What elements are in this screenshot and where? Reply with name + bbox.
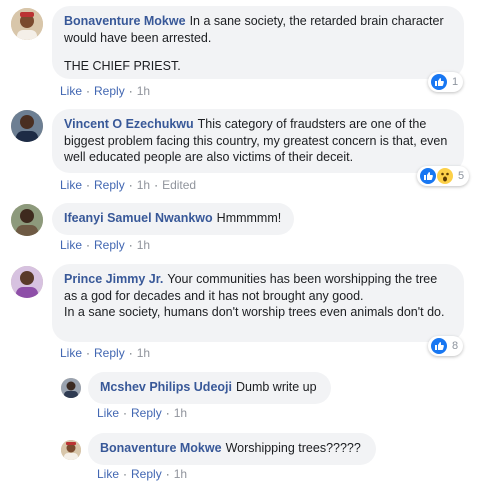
thumbs-up-icon: [431, 74, 447, 90]
comment-bubble: Ifeanyi Samuel Nwankwo Hmmmmm!: [52, 203, 294, 235]
reaction-count: 1: [452, 76, 459, 88]
timestamp[interactable]: 1h: [137, 238, 150, 252]
comment-text: Hmmmmm!: [216, 211, 282, 225]
reply: Mcshev Philips Udeoji Dumb write up Like ·…: [0, 366, 496, 428]
comment-actions: Like · Reply · 1h: [60, 346, 151, 360]
reaction-count: 5: [458, 170, 465, 182]
avatar[interactable]: [61, 440, 81, 460]
reply-bubble: Bonaventure Mokwe Worshipping trees?????: [88, 433, 376, 465]
reply-link[interactable]: Reply: [94, 238, 125, 252]
comment-author[interactable]: Bonaventure Mokwe: [100, 441, 222, 455]
comment-author[interactable]: Bonaventure Mokwe: [64, 14, 186, 28]
comment-text-line2: In a sane society, humans don't worship …: [64, 305, 445, 319]
reply-bubble: Mcshev Philips Udeoji Dumb write up: [88, 372, 331, 404]
reaction-count: 8: [452, 340, 459, 352]
reply-link[interactable]: Reply: [131, 406, 162, 420]
comment-author[interactable]: Mcshev Philips Udeoji: [100, 380, 232, 394]
reply-link[interactable]: Reply: [131, 467, 162, 481]
reactions-summary[interactable]: 1: [428, 72, 464, 92]
like-link[interactable]: Like: [60, 84, 82, 98]
comment-actions: Like · Reply · 1h: [97, 467, 188, 481]
avatar[interactable]: [11, 204, 43, 236]
comment-actions: Like · Reply · 1h: [60, 84, 151, 98]
comment-author[interactable]: Vincent O Ezechukwu: [64, 117, 194, 131]
reply-link[interactable]: Reply: [94, 178, 125, 192]
like-link[interactable]: Like: [60, 346, 82, 360]
thumbs-up-icon: [420, 168, 436, 184]
comment-actions: Like · Reply · 1h: [60, 238, 151, 252]
like-link[interactable]: Like: [97, 406, 119, 420]
timestamp[interactable]: 1h: [137, 84, 150, 98]
thumbs-up-icon: [431, 338, 447, 354]
like-link[interactable]: Like: [60, 178, 82, 192]
comment-bubble: Bonaventure Mokwe In a sane society, the …: [52, 6, 464, 79]
edited-label: Edited: [162, 178, 197, 192]
avatar[interactable]: [11, 266, 43, 298]
comment-text: Worshipping trees?????: [225, 441, 361, 455]
comment: Prince Jimmy Jr. Your communities has bee…: [0, 256, 496, 366]
timestamp[interactable]: 1h: [174, 467, 187, 481]
reply-link[interactable]: Reply: [94, 84, 125, 98]
avatar[interactable]: [11, 8, 43, 40]
comment: Ifeanyi Samuel Nwankwo Hmmmmm! Like · Reply…: [0, 196, 496, 256]
comment-text-line2: THE CHIEF PRIEST.: [64, 59, 181, 73]
timestamp[interactable]: 1h: [174, 406, 187, 420]
comment: Bonaventure Mokwe In a sane society, the …: [0, 0, 496, 100]
comment-actions: Like · Reply · 1h · Edited: [60, 178, 197, 192]
comment-actions: Like · Reply · 1h: [97, 406, 188, 420]
wow-face-icon: [437, 168, 453, 184]
reactions-summary[interactable]: 5: [417, 166, 470, 186]
timestamp[interactable]: 1h: [137, 346, 150, 360]
like-link[interactable]: Like: [97, 467, 119, 481]
timestamp[interactable]: 1h: [137, 178, 150, 192]
avatar[interactable]: [11, 110, 43, 142]
comment-bubble: Vincent O Ezechukwu This category of frau…: [52, 109, 464, 173]
comment-text: Dumb write up: [235, 380, 317, 394]
comment-bubble: Prince Jimmy Jr. Your communities has bee…: [52, 264, 464, 342]
avatar[interactable]: [61, 378, 81, 398]
comment: Vincent O Ezechukwu This category of frau…: [0, 100, 496, 196]
comment-author[interactable]: Ifeanyi Samuel Nwankwo: [64, 211, 213, 225]
reactions-summary[interactable]: 8: [428, 336, 464, 356]
like-link[interactable]: Like: [60, 238, 82, 252]
reply-link[interactable]: Reply: [94, 346, 125, 360]
reply: Bonaventure Mokwe Worshipping trees????? …: [0, 428, 496, 488]
comment-author[interactable]: Prince Jimmy Jr.: [64, 272, 163, 286]
